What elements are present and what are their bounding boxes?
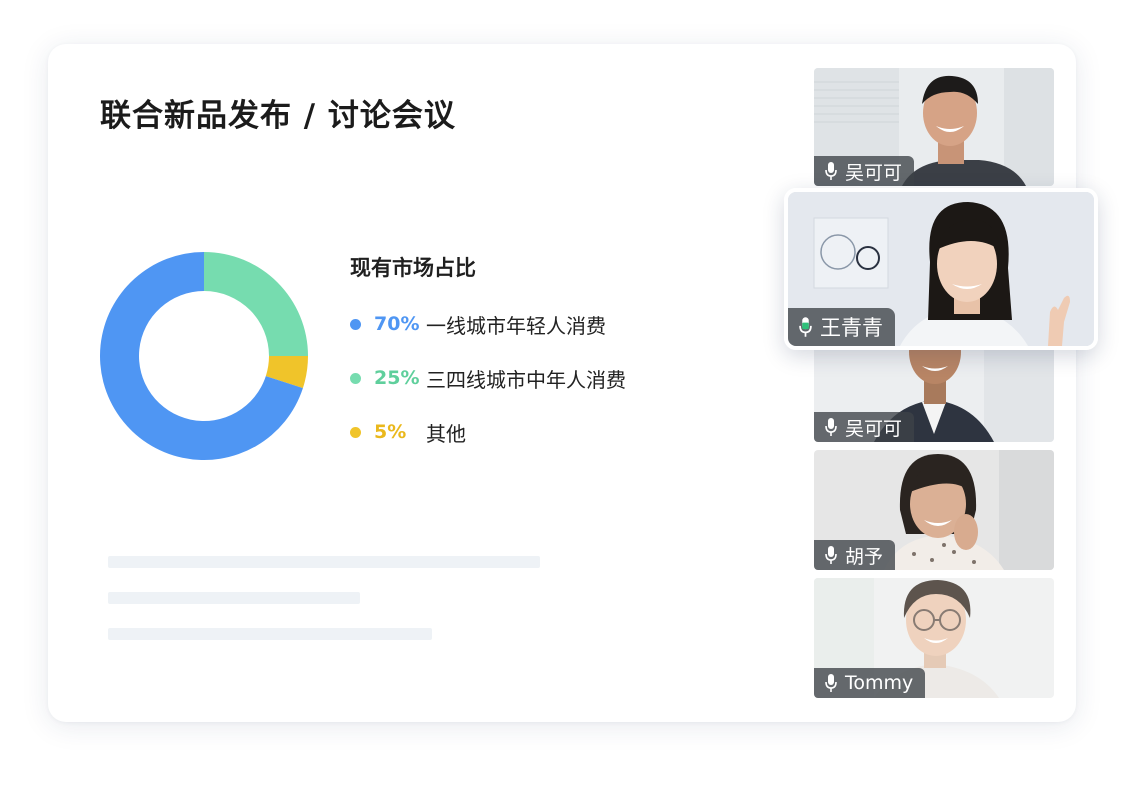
legend-title: 现有市场占比 bbox=[350, 256, 476, 280]
participant-name-tag: 吴可可 bbox=[814, 156, 915, 186]
participant-name-tag: 吴可可 bbox=[814, 412, 915, 442]
participant-video-tile[interactable]: Tommy bbox=[814, 578, 1054, 698]
donut-segment bbox=[204, 252, 308, 356]
microphone-icon bbox=[825, 674, 837, 692]
legend-dot bbox=[350, 318, 361, 330]
participant-video-tile[interactable]: 吴可可 bbox=[814, 68, 1054, 186]
legend-percent: 5% bbox=[374, 421, 407, 443]
microphone-icon bbox=[825, 546, 837, 564]
active-speaker-video-tile[interactable]: 王青青 bbox=[784, 188, 1098, 350]
legend-label: 其他 bbox=[426, 421, 466, 446]
microphone-icon bbox=[825, 418, 837, 436]
participant-name-tag: 王青青 bbox=[788, 308, 895, 346]
participant-name: 吴可可 bbox=[845, 417, 903, 440]
participant-name: 吴可可 bbox=[845, 161, 903, 184]
legend-label: 三四线城市中年人消费 bbox=[426, 367, 626, 392]
legend-item-lower-tier: 25% 三四线城市中年人消费 bbox=[350, 365, 626, 392]
placeholder-text-line bbox=[108, 628, 432, 640]
legend-label: 一线城市年轻人消费 bbox=[426, 313, 606, 338]
placeholder-text-line bbox=[108, 556, 540, 568]
meeting-title: 联合新品发布 / 讨论会议 bbox=[100, 98, 456, 134]
legend-percent: 70% bbox=[374, 313, 420, 335]
legend-item-other: 5% 其他 bbox=[350, 419, 466, 446]
market-share-donut-chart bbox=[100, 252, 308, 460]
participant-name-tag: 胡予 bbox=[814, 540, 896, 570]
participant-name-tag: Tommy bbox=[814, 668, 926, 698]
legend-percent: 25% bbox=[374, 367, 420, 389]
legend-dot bbox=[350, 372, 361, 384]
participant-name: 胡予 bbox=[845, 545, 884, 568]
participant-video-tile[interactable]: 胡予 bbox=[814, 450, 1054, 570]
placeholder-text-line bbox=[108, 592, 360, 604]
legend-dot bbox=[350, 426, 361, 438]
participant-name: Tommy bbox=[845, 672, 914, 694]
microphone-icon bbox=[825, 162, 837, 180]
microphone-active-icon bbox=[799, 317, 812, 337]
legend-item-first-tier: 70% 一线城市年轻人消费 bbox=[350, 311, 606, 338]
participant-name: 王青青 bbox=[820, 316, 883, 340]
